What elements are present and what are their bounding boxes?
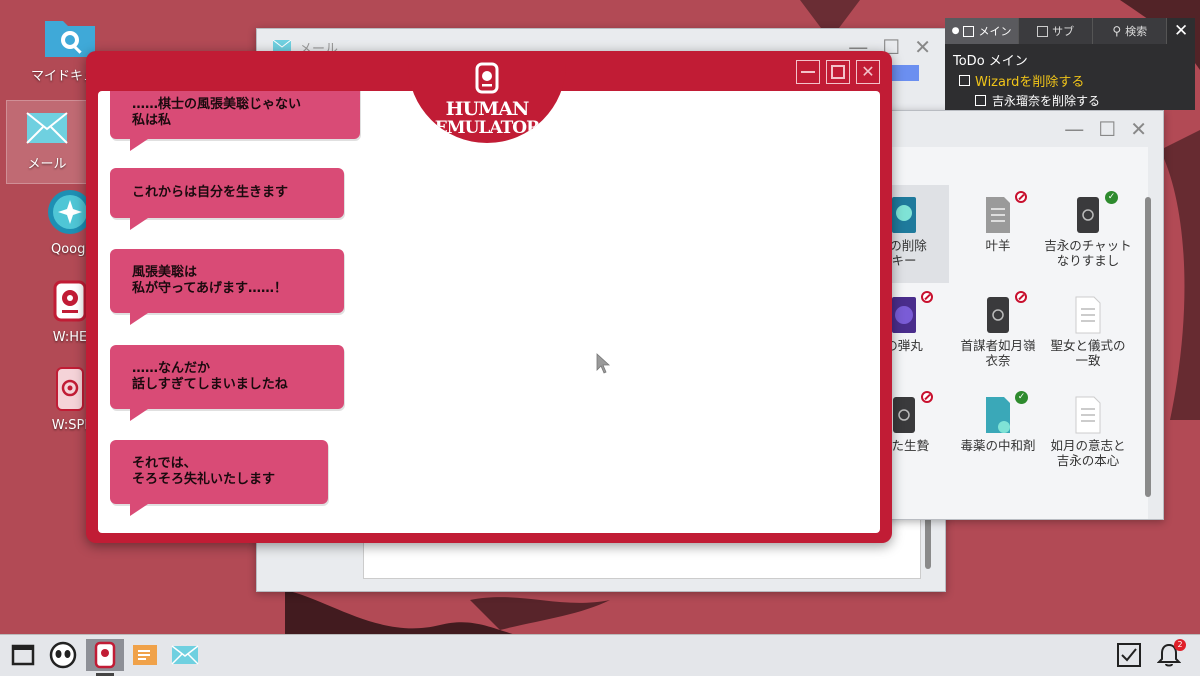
document-teal-icon bbox=[986, 397, 1010, 433]
blocked-badge-icon bbox=[921, 391, 933, 403]
file-item[interactable]: 叶羊 bbox=[953, 191, 1043, 253]
tab-label: メイン bbox=[978, 25, 1012, 38]
desktop-icon-mail[interactable]: メール bbox=[6, 100, 88, 184]
chat-area[interactable]: ……棋士の風張美聡じゃない 私は私 これからは自分を生きます 風張美聡は 私が守… bbox=[98, 91, 880, 533]
file-label: 聖女と儀式の 一致 bbox=[1050, 338, 1126, 368]
mail-icon bbox=[26, 112, 68, 144]
mail-icon bbox=[171, 645, 199, 665]
minimize-button[interactable] bbox=[796, 60, 820, 84]
minimize-button[interactable]: — bbox=[1064, 117, 1084, 141]
human-emulator-logo-icon bbox=[475, 62, 499, 94]
ok-badge-icon: ✓ bbox=[1015, 391, 1028, 404]
document-gray-icon bbox=[986, 197, 1010, 233]
checkbox-icon bbox=[963, 25, 975, 37]
checkbox-check-icon bbox=[1117, 643, 1141, 667]
files-window[interactable]: — ☐ ✕ Eの削除 キー 叶羊 ✓ 吉永のチャット なりすまし の弾丸 首謀者… bbox=[862, 110, 1164, 520]
chat-message: それでは、 そろそろ失礼いたします bbox=[110, 440, 328, 516]
todo-item-text: Wizardを削除する bbox=[975, 75, 1085, 90]
file-item[interactable]: 聖女と儀式の 一致 bbox=[1043, 295, 1133, 368]
tab-label: 検索 bbox=[1125, 25, 1148, 38]
bullet-icon: ● bbox=[951, 26, 960, 36]
close-button[interactable]: ✕ bbox=[914, 35, 931, 59]
alien-face-icon bbox=[49, 641, 77, 669]
terminal-icon bbox=[11, 644, 35, 666]
blocked-badge-icon bbox=[1015, 191, 1027, 203]
maximize-button[interactable]: ☐ bbox=[1098, 117, 1116, 141]
search-icon: ⚲ bbox=[1112, 24, 1122, 38]
todo-item[interactable]: Wizardを削除する bbox=[945, 69, 1195, 90]
chat-message-text: 風張美聡は 私が守ってあげます……！ bbox=[132, 265, 287, 296]
checkbox-icon[interactable] bbox=[959, 75, 970, 86]
todo-item[interactable]: 吉永瑠奈を削除する bbox=[945, 90, 1195, 109]
phone-app-icon bbox=[893, 397, 915, 433]
notes-icon bbox=[133, 645, 157, 665]
notification-badge: 2 bbox=[1174, 639, 1186, 651]
files-scrollbar[interactable] bbox=[1145, 197, 1151, 497]
close-button[interactable]: ✕ bbox=[1167, 18, 1195, 44]
maximize-button[interactable] bbox=[826, 60, 850, 84]
phone-app-icon bbox=[1077, 197, 1099, 233]
chat-message: ……なんだか 話しすぎてしまいましたね bbox=[110, 345, 344, 421]
human-emulator-icon bbox=[94, 641, 116, 669]
close-button[interactable]: ✕ bbox=[856, 60, 880, 84]
taskbar: 2 bbox=[0, 634, 1200, 676]
blocked-badge-icon bbox=[1015, 291, 1027, 303]
taskbar-app-mail[interactable] bbox=[168, 639, 202, 671]
document-icon bbox=[1075, 396, 1101, 434]
chat-message: ……棋士の風張美聡じゃない 私は私 bbox=[110, 91, 360, 151]
file-item[interactable]: 如月の意志と 吉永の本心 bbox=[1043, 395, 1133, 468]
file-label: 如月の意志と 吉永の本心 bbox=[1050, 438, 1126, 468]
checkbox-icon bbox=[1037, 25, 1049, 37]
file-label: 首謀者如月嶺 衣奈 bbox=[960, 338, 1036, 368]
chat-message-text: ……なんだか 話しすぎてしまいましたね bbox=[132, 361, 288, 392]
app-key-icon bbox=[892, 197, 916, 233]
document-icon bbox=[1075, 296, 1101, 334]
todo-title: ToDo メイン bbox=[953, 54, 1028, 69]
todo-item-text: 吉永瑠奈を削除する bbox=[992, 94, 1101, 108]
chat-message-text: それでは、 そろそろ失礼いたします bbox=[132, 456, 276, 487]
chat-message-text: ……棋士の風張美聡じゃない 私は私 bbox=[132, 97, 302, 128]
app-purple-icon bbox=[892, 297, 916, 333]
close-button[interactable]: ✕ bbox=[1130, 117, 1147, 141]
tab-sub[interactable]: サブ bbox=[1019, 18, 1094, 44]
todo-panel: ● メイン サブ ⚲ 検索 ✕ ToDo メイン Wizardを削除する 吉永瑠… bbox=[945, 18, 1195, 110]
file-label: 吉永のチャット なりすまし bbox=[1044, 238, 1132, 268]
file-label: 毒薬の中和剤 bbox=[960, 438, 1036, 453]
tab-main[interactable]: ● メイン bbox=[945, 18, 1020, 44]
taskbar-app-alien[interactable] bbox=[46, 639, 80, 671]
file-item[interactable]: ✓ 吉永のチャット なりすまし bbox=[1043, 191, 1133, 268]
todo-toggle-button[interactable] bbox=[1112, 639, 1146, 671]
start-button[interactable] bbox=[6, 639, 40, 671]
checkbox-icon[interactable] bbox=[975, 95, 986, 106]
todo-tabs: ● メイン サブ ⚲ 検索 ✕ bbox=[945, 18, 1195, 44]
chat-message-text: これからは自分を生きます bbox=[132, 185, 289, 200]
taskbar-app-notes[interactable] bbox=[128, 639, 162, 671]
ok-badge-icon: ✓ bbox=[1105, 191, 1118, 204]
tab-search[interactable]: ⚲ 検索 bbox=[1093, 18, 1168, 44]
chat-message: 風張美聡は 私が守ってあげます……！ bbox=[110, 249, 344, 325]
tab-label: サブ bbox=[1052, 25, 1075, 38]
files-grid: Eの削除 キー 叶羊 ✓ 吉永のチャット なりすまし の弾丸 首謀者如月嶺 衣奈… bbox=[863, 147, 1148, 519]
taskbar-app-human-emulator[interactable] bbox=[86, 639, 124, 671]
human-emulator-window[interactable]: ✕ ……棋士の風張美聡じゃない 私は私 これからは自分を生きます 風張美聡は 私… bbox=[86, 51, 892, 543]
file-label: 叶羊 bbox=[985, 238, 1011, 253]
file-item[interactable]: ✓ 毒薬の中和剤 bbox=[953, 391, 1043, 453]
mouse-cursor-icon bbox=[596, 353, 611, 374]
notifications-button[interactable]: 2 bbox=[1152, 639, 1186, 671]
file-item[interactable]: 首謀者如月嶺 衣奈 bbox=[953, 291, 1043, 368]
blocked-badge-icon bbox=[921, 291, 933, 303]
phone-app-icon bbox=[987, 297, 1009, 333]
desktop-icon-label: メール bbox=[27, 157, 67, 172]
logo-text-top: HUMAN bbox=[445, 98, 530, 120]
chat-message: これからは自分を生きます bbox=[110, 168, 344, 230]
